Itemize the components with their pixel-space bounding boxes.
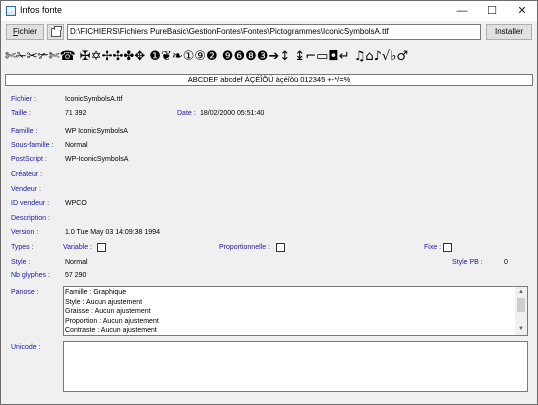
close-button[interactable]: ✕ <box>507 1 537 21</box>
panose-line-famille: Famille : Graphique <box>65 289 127 296</box>
nbglyphes-value: 57 290 <box>65 272 87 279</box>
sample-text-field: ABCDEF abcdef ÀÇÉÎÕÜ àçéîõü 012345 +-*/=… <box>5 74 533 86</box>
open-folder-button[interactable] <box>47 24 64 40</box>
maximize-button[interactable]: ☐ <box>477 1 507 21</box>
panose-line-style: Style : Aucun ajustement <box>65 298 143 306</box>
panose-label: Panose : <box>11 289 39 296</box>
window-title: Infos fonte <box>20 5 63 15</box>
font-info-window: Infos fonte — ☐ ✕ Fichier D:\FICHIERS\Fi… <box>0 0 538 405</box>
install-button[interactable]: Installer <box>486 24 532 40</box>
minimize-button[interactable]: — <box>447 1 477 21</box>
postscript-label: PostScript : <box>11 156 47 163</box>
date-value: 18/02/2000 05:51:40 <box>200 110 265 117</box>
client-area: Fichier D:\FICHIERS\Fichiers PureBasic\G… <box>1 21 537 404</box>
font-path-field[interactable]: D:\FICHIERS\Fichiers PureBasic\GestionFo… <box>67 24 481 40</box>
panose-line-contraste: Contraste : Aucun ajustement <box>65 327 157 334</box>
description-label: Description : <box>11 215 50 222</box>
title-bar[interactable]: Infos fonte — ☐ ✕ <box>1 1 537 21</box>
taille-value: 71 392 <box>65 110 87 117</box>
postscript-value: WP-IconicSymbolsA <box>65 156 129 163</box>
panose-list: Famille : Graphique Style : Aucun ajuste… <box>64 288 514 335</box>
unicode-label: Unicode : <box>11 344 41 351</box>
version-value: 1.0 Tue May 03 14:09:38 1994 <box>65 229 160 236</box>
version-label: Version : <box>11 229 39 236</box>
proportionnelle-label: Proportionnelle : <box>219 244 270 251</box>
stylepb-label: Style PB : <box>452 259 483 266</box>
panose-listbox[interactable]: Famille : Graphique Style : Aucun ajuste… <box>63 286 528 336</box>
unicode-textarea[interactable] <box>63 341 528 392</box>
sousfamille-value: Normal <box>65 142 88 149</box>
file-button[interactable]: Fichier <box>6 24 44 40</box>
createur-label: Créateur : <box>11 171 43 178</box>
fichier-label: Fichier : <box>11 96 36 103</box>
panose-scrollbar[interactable]: ▲ ▼ <box>515 287 527 335</box>
idvendeur-label: ID vendeur : <box>11 200 50 207</box>
nbglyphes-label: Nb glyphes : <box>11 272 50 279</box>
idvendeur-value: WPCO <box>65 200 87 207</box>
scroll-thumb[interactable] <box>517 298 525 312</box>
fichier-value: IconicSymbolsA.ttf <box>65 96 123 103</box>
fixe-label: Fixe : <box>424 244 442 251</box>
variable-label: Variable : <box>63 244 93 251</box>
panose-line-proportion: Proportion : Aucun ajustement <box>65 317 159 325</box>
file-button-label: ichier <box>17 27 37 36</box>
famille-label: Famille : <box>11 128 38 135</box>
famille-value: WP IconicSymbolsA <box>65 128 128 135</box>
vendeur-label: Vendeur : <box>11 186 41 193</box>
panose-line-graisse: Graisse : Aucun ajustement <box>65 308 151 315</box>
proportionnelle-checkbox[interactable] <box>276 243 285 252</box>
stylepb-value: 0 <box>504 259 508 266</box>
fixe-checkbox[interactable] <box>443 243 452 252</box>
types-label: Types : <box>11 244 34 251</box>
style-value: Normal <box>65 259 88 266</box>
folder-icon <box>51 26 62 37</box>
date-label: Date : <box>177 110 196 117</box>
sousfamille-label: Sous-famille : <box>11 142 54 149</box>
taille-label: Taille : <box>11 110 31 117</box>
variable-checkbox[interactable] <box>97 243 106 252</box>
scroll-down-icon[interactable]: ▼ <box>515 324 527 335</box>
glyph-preview: ✄✁✂✃✄☎ ✠✡✢✣✤✥ ❶❦❧①⑨❷ ❾❻❽❸➔↕ ↨⌐▭◘↵ ♫⌂♪√♭♂ <box>5 49 408 64</box>
style-label: Style : <box>11 259 31 266</box>
font-app-icon <box>6 6 16 16</box>
scroll-up-icon[interactable]: ▲ <box>515 287 527 298</box>
